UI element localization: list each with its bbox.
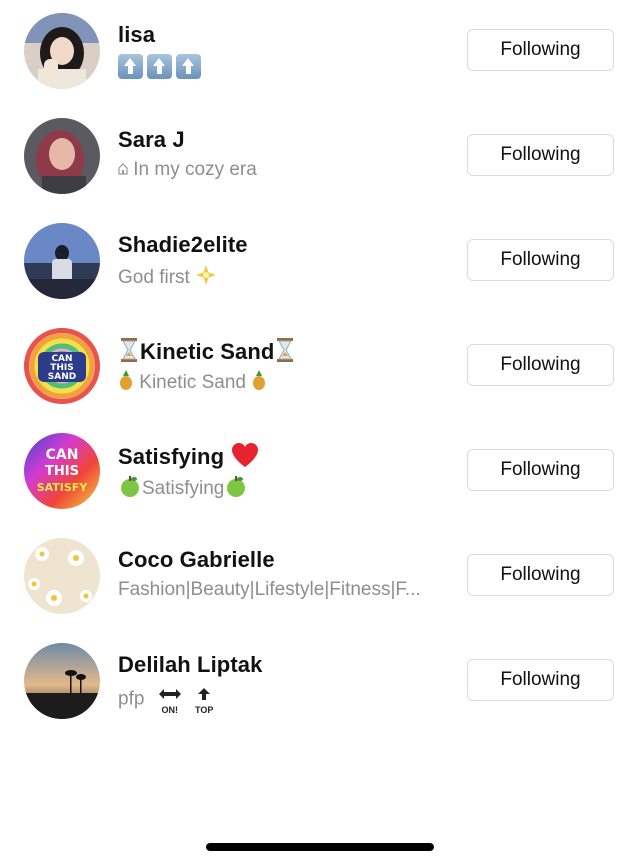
username: Satisfying <box>118 442 260 474</box>
bio: God first <box>118 264 458 292</box>
pineapple-icon <box>118 369 134 397</box>
list-item[interactable]: lisa Following <box>0 0 640 105</box>
avatar[interactable] <box>24 223 100 299</box>
hourglass-icon <box>274 337 296 369</box>
up-arrow-icon <box>118 54 143 79</box>
bio: In my cozy era <box>118 159 458 181</box>
bio: Kinetic Sand <box>118 369 458 397</box>
username: Coco Gabrielle <box>118 547 275 572</box>
list-item[interactable]: Sara J In my cozy era Following <box>0 105 640 210</box>
avatar[interactable] <box>24 118 100 194</box>
svg-text:CAN: CAN <box>46 447 79 463</box>
red-heart-icon <box>230 442 260 474</box>
bio: Fashion|Beauty|Lifestyle|Fitness|F... <box>118 579 421 600</box>
up-arrow-icon <box>147 54 172 79</box>
username: Delilah Liptak <box>118 652 263 677</box>
username: Shadie2elite <box>118 232 248 257</box>
avatar[interactable]: CAN THIS SAND <box>24 328 100 404</box>
following-button[interactable]: Following <box>467 554 614 596</box>
list-item[interactable]: Coco Gabrielle Fashion|Beauty|Lifestyle|… <box>0 525 640 630</box>
svg-text:SAND: SAND <box>48 372 76 382</box>
bio: pfp ON! TOP <box>118 684 458 715</box>
username: Kinetic Sand <box>118 337 296 369</box>
following-button[interactable]: Following <box>467 239 614 281</box>
svg-text:SATISFY: SATISFY <box>37 481 89 494</box>
green-apple-icon <box>224 474 248 504</box>
list-item[interactable]: Shadie2elite God first Following <box>0 210 640 315</box>
svg-text:THIS: THIS <box>45 464 79 479</box>
following-button[interactable]: Following <box>467 659 614 701</box>
hourglass-icon <box>118 337 140 369</box>
list-item[interactable]: CAN THIS SATISFY Satisfying Satisfying F… <box>0 420 640 525</box>
avatar[interactable] <box>24 13 100 89</box>
following-button[interactable]: Following <box>467 449 614 491</box>
username: lisa <box>118 22 156 47</box>
avatar[interactable] <box>24 643 100 719</box>
following-button[interactable]: Following <box>467 344 614 386</box>
list-item[interactable]: Delilah Liptak pfp ON! TOP Following <box>0 630 640 735</box>
green-apple-icon <box>118 474 142 504</box>
bio: Satisfying <box>118 474 458 504</box>
sparkle-star-icon <box>195 264 217 292</box>
following-button[interactable]: Following <box>467 29 614 71</box>
home-indicator[interactable] <box>206 843 434 851</box>
up-arrow-icon <box>176 54 201 79</box>
username: Sara J <box>118 127 185 152</box>
on-arrow-icon: ON! <box>158 684 182 715</box>
list-item[interactable]: CAN THIS SAND Kinetic Sand Kinetic Sand … <box>0 315 640 420</box>
following-button[interactable]: Following <box>467 134 614 176</box>
avatar[interactable] <box>24 538 100 614</box>
top-arrow-icon: TOP <box>195 684 213 715</box>
bio <box>118 54 458 79</box>
pineapple-icon <box>251 369 267 397</box>
avatar[interactable]: CAN THIS SATISFY <box>24 433 100 509</box>
house-icon <box>118 159 128 181</box>
